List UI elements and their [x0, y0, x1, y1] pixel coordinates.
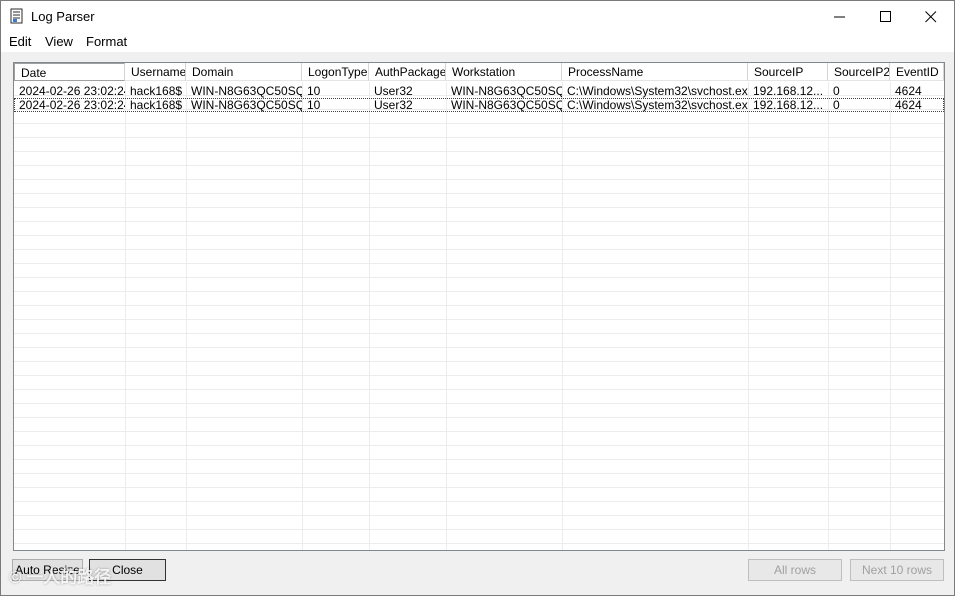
- column-divider: [369, 82, 370, 550]
- next-rows-label: Next 10 rows: [861, 563, 933, 577]
- column-header-workstation[interactable]: Workstation: [446, 63, 562, 81]
- title-bar[interactable]: Log Parser: [1, 1, 954, 32]
- cell-workstation: WIN-N8G63QC50SQ: [451, 98, 562, 112]
- cell-eventid: 4624: [895, 84, 922, 98]
- auto-resize-label: Auto Resize: [15, 563, 80, 577]
- column-divider: [562, 82, 563, 550]
- column-header-eventid[interactable]: EventID: [890, 63, 944, 81]
- column-header-date[interactable]: Date: [14, 63, 125, 81]
- menu-format[interactable]: Format: [86, 34, 127, 49]
- close-icon: [925, 11, 937, 23]
- column-divider: [125, 82, 126, 550]
- close-button[interactable]: Close: [89, 559, 166, 581]
- cell-authpackage: User32: [374, 98, 413, 112]
- app-log-icon: [10, 8, 24, 24]
- log-parser-window: Log Parser Edit View Format Date Usernam…: [0, 0, 955, 596]
- cell-logontype: 10: [307, 98, 321, 112]
- cell-domain: WIN-N8G63QC50SQ: [191, 84, 302, 98]
- window-title: Log Parser: [31, 9, 95, 24]
- close-label: Close: [112, 563, 143, 577]
- cell-sourceip2: 0: [833, 84, 840, 98]
- cell-processname: C:\Windows\System32\svchost.exe: [567, 98, 748, 112]
- column-divider: [302, 82, 303, 550]
- table-row[interactable]: 2024-02-26 23:02:24 hack168$ WIN-N8G63QC…: [14, 84, 944, 98]
- cell-sourceip: 192.168.12...: [753, 84, 824, 98]
- maximize-icon: [880, 11, 891, 22]
- column-divider: [186, 82, 187, 550]
- column-header-sourceip2[interactable]: SourceIP2: [828, 63, 890, 81]
- cell-date: 2024-02-26 23:02:24: [19, 84, 125, 98]
- minimize-button[interactable]: [817, 1, 863, 32]
- cell-processname: C:\Windows\System32\svchost.exe: [567, 84, 748, 98]
- cell-logontype: 10: [307, 84, 321, 98]
- cell-sourceip: 192.168.12...: [753, 98, 824, 112]
- table-row[interactable]: 2024-02-26 23:02:24 hack168$ WIN-N8G63QC…: [14, 98, 944, 112]
- next-rows-button[interactable]: Next 10 rows: [850, 559, 944, 581]
- cell-workstation: WIN-N8G63QC50SQ: [451, 84, 562, 98]
- menu-view[interactable]: View: [45, 34, 73, 49]
- auto-resize-button[interactable]: Auto Resize: [12, 559, 83, 581]
- cell-sourceip2: 0: [833, 98, 840, 112]
- column-header-username[interactable]: Username: [125, 63, 186, 81]
- close-window-button[interactable]: [908, 1, 954, 32]
- column-divider: [828, 82, 829, 550]
- minimize-icon: [834, 16, 845, 18]
- column-header-sourceip[interactable]: SourceIP: [748, 63, 828, 81]
- cell-eventid: 4624: [895, 98, 922, 112]
- column-header-authpackage[interactable]: AuthPackage: [369, 63, 446, 81]
- cell-domain: WIN-N8G63QC50SQ: [191, 98, 302, 112]
- grid-lines: [14, 82, 944, 550]
- all-rows-button[interactable]: All rows: [748, 559, 842, 581]
- cell-authpackage: User32: [374, 84, 413, 98]
- all-rows-label: All rows: [773, 563, 816, 577]
- cell-date: 2024-02-26 23:02:24: [19, 98, 125, 112]
- column-divider: [890, 82, 891, 550]
- column-header-logontype[interactable]: LogonType: [302, 63, 369, 81]
- log-list-view[interactable]: Date Username Domain LogonType AuthPacka…: [13, 62, 945, 551]
- list-header: Date Username Domain LogonType AuthPacka…: [14, 63, 944, 82]
- column-header-processname[interactable]: ProcessName: [562, 63, 748, 81]
- menu-bar: Edit View Format: [1, 32, 954, 52]
- menu-edit[interactable]: Edit: [9, 34, 31, 49]
- maximize-button[interactable]: [863, 1, 909, 32]
- cell-username: hack168$: [130, 84, 183, 98]
- cell-username: hack168$: [130, 98, 183, 112]
- column-divider: [748, 82, 749, 550]
- column-divider: [446, 82, 447, 550]
- column-header-domain[interactable]: Domain: [186, 63, 302, 81]
